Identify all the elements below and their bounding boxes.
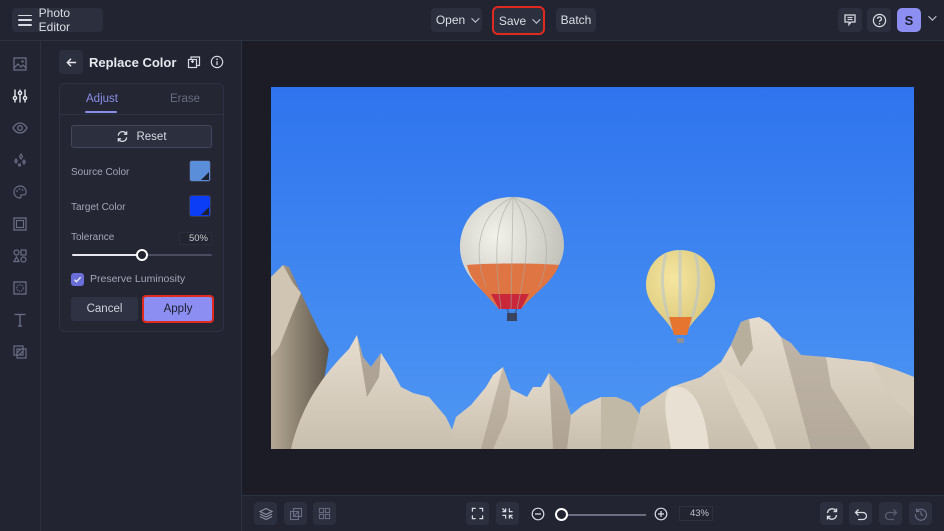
target-color-label: Target Color [71,202,126,213]
sidebar-item-overlays[interactable] [11,279,29,297]
sparkles-icon [13,152,27,167]
target-color-swatch[interactable] [189,195,211,217]
app-title: Photo Editor [38,6,70,34]
info-icon[interactable] [210,55,224,69]
sidebar-item-artsy[interactable] [11,151,29,169]
sidebar-item-image[interactable] [11,55,29,73]
preserve-luminosity-label: Preserve Luminosity [90,273,186,285]
fit-to-screen-button[interactable] [466,502,489,525]
shapes-icon [12,249,27,263]
image-icon [13,57,27,71]
zoom-in-button[interactable] [649,502,672,525]
minus-circle-icon [531,507,544,520]
layers-button[interactable] [254,502,277,525]
sliders-icon [12,89,28,103]
source-color-swatch[interactable] [189,160,211,182]
batch-button[interactable]: Batch [556,8,596,32]
palette-icon [13,185,27,199]
text-icon [14,313,26,327]
eye-icon [12,122,28,134]
redo-icon [884,508,897,520]
redo-button[interactable] [879,502,902,525]
sidebar-item-effects[interactable] [11,119,29,137]
active-tab-indicator [85,111,117,113]
open-label: Open [435,13,466,27]
zoom-slider-track[interactable] [564,514,646,516]
apply-button[interactable]: Apply [142,295,214,323]
tool-sidebar [0,41,41,531]
panel-title: Replace Color [89,55,177,70]
texture-icon [13,345,27,359]
feedback-button[interactable] [838,8,862,32]
zoom-value[interactable]: 43% [679,506,713,521]
sidebar-item-text[interactable] [11,311,29,329]
reset-button[interactable]: Reset [71,125,212,148]
preserve-luminosity-checkbox[interactable] [71,273,84,286]
layers-icon [258,507,273,520]
user-avatar[interactable]: S [897,8,921,32]
tolerance-value[interactable]: 50% [179,232,212,245]
zoom-out-button[interactable] [526,502,549,525]
back-button[interactable] [59,50,83,74]
open-button[interactable]: Open [431,8,482,32]
compare-button[interactable] [284,502,307,525]
sidebar-item-adjust[interactable] [11,87,29,105]
source-color-label: Source Color [71,167,130,178]
comment-icon [844,14,856,27]
sidebar-item-paint[interactable] [11,183,29,201]
app-menu-button[interactable]: Photo Editor [12,6,103,34]
tolerance-slider[interactable] [72,249,212,261]
sidebar-item-textures[interactable] [11,343,29,361]
refresh-icon [826,507,837,520]
reset-label: Reset [136,130,167,143]
tolerance-slider-fill [72,254,142,256]
chevron-down-icon [471,14,480,23]
top-bar: Photo Editor Open Save Batch S [0,0,944,41]
tolerance-label: Tolerance [71,232,115,243]
account-chevron-icon[interactable] [928,12,937,21]
bottom-toolbar: 43% [242,495,944,531]
expand-icon [471,507,484,520]
photo-canvas[interactable] [271,87,914,449]
question-icon [872,13,886,27]
undo-button[interactable] [849,502,872,525]
batch-label: Batch [560,13,592,27]
tolerance-slider-handle[interactable] [136,249,148,261]
shrink-icon [501,507,514,520]
hamburger-icon [18,14,32,26]
duplicate-layer-icon[interactable] [187,55,201,69]
plus-circle-icon [654,507,667,520]
actual-size-button[interactable] [496,502,519,525]
replace-color-panel: Replace Color Adjust Erase Reset Source … [41,41,242,531]
chevron-down-icon [532,14,541,24]
refresh-icon [118,131,128,142]
canvas-area [242,41,944,495]
save-button[interactable]: Save [492,6,545,35]
history-icon [914,508,927,521]
frame-icon [13,217,27,231]
overlay-frame-icon [13,281,27,295]
reset-image-button[interactable] [820,502,843,525]
tab-adjust[interactable]: Adjust [86,93,118,105]
sidebar-item-frames[interactable] [11,215,29,233]
replace-color-card: Adjust Erase Reset Source Color Target C… [59,83,224,332]
grid-button[interactable] [313,502,336,525]
balloons-photo [271,87,914,449]
tab-erase[interactable]: Erase [170,93,200,105]
compare-icon [289,507,302,520]
grid-icon [318,507,331,520]
sidebar-item-graphics[interactable] [11,247,29,265]
help-button[interactable] [867,8,891,32]
checkmark-icon [73,276,82,283]
zoom-slider-handle[interactable] [555,508,568,521]
tab-divider [60,114,223,115]
save-label: Save [498,13,527,28]
cancel-button[interactable]: Cancel [71,297,138,321]
undo-icon [854,508,867,520]
history-button[interactable] [909,502,932,525]
arrow-left-icon [65,57,76,67]
